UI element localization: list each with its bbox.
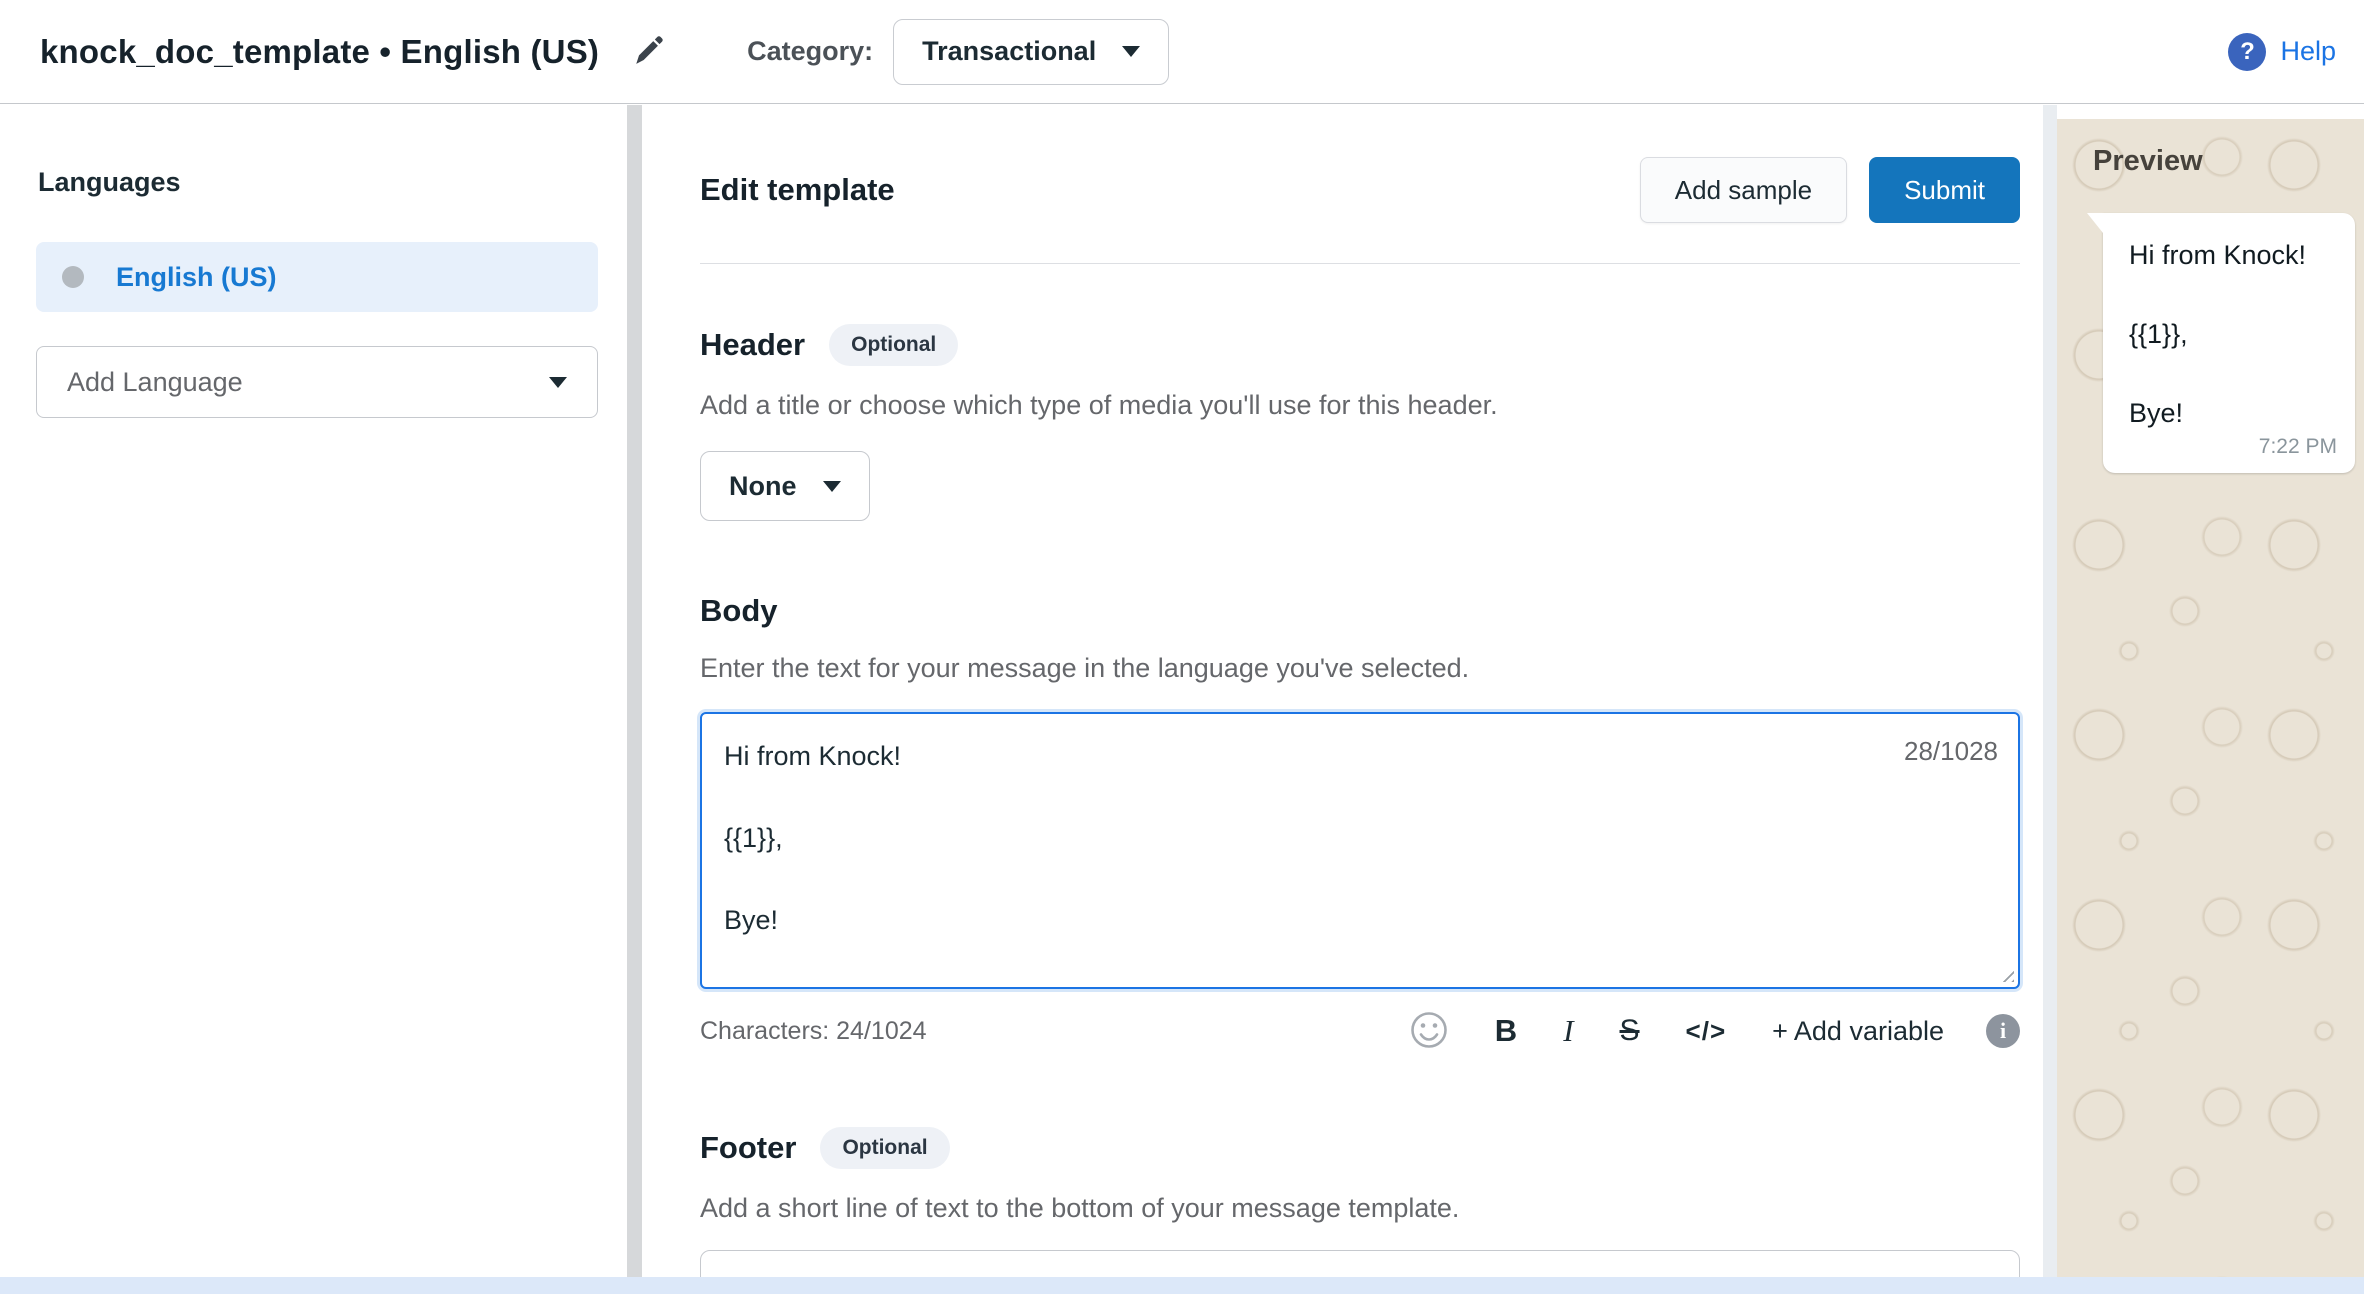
body-section-title-row: Body xyxy=(700,593,2020,629)
pencil-icon xyxy=(632,33,666,70)
help-label: Help xyxy=(2280,36,2336,67)
preview-line: Hi from Knock! xyxy=(2129,239,2335,271)
preview-line: {{1}}, xyxy=(2129,318,2335,350)
add-sample-button[interactable]: Add sample xyxy=(1640,157,1847,223)
optional-badge: Optional xyxy=(829,324,958,366)
body-character-counter: 28/1028 xyxy=(1904,736,1998,767)
bubble-tail-icon xyxy=(2087,213,2103,233)
info-icon[interactable]: i xyxy=(1986,1014,2020,1048)
bottom-banner-strip xyxy=(0,1277,2364,1294)
sidebar-item-english-us[interactable]: English (US) xyxy=(36,242,598,312)
caret-down-icon xyxy=(1122,46,1140,57)
category-value: Transactional xyxy=(922,36,1096,67)
section-divider xyxy=(700,263,2020,264)
header-section-title: Header xyxy=(700,327,805,363)
add-variable-button[interactable]: + Add variable xyxy=(1772,1016,1944,1047)
body-section-description: Enter the text for your message in the l… xyxy=(700,653,2020,684)
help-link[interactable]: ? Help xyxy=(2228,33,2336,71)
footer-section-title-row: Footer Optional xyxy=(700,1127,2020,1169)
languages-sidebar: Languages English (US) Add Language xyxy=(0,105,627,1277)
body-section-title: Body xyxy=(700,593,778,629)
caret-down-icon xyxy=(823,481,841,492)
strikethrough-button[interactable]: S xyxy=(1620,1014,1640,1048)
body-text-input[interactable] xyxy=(700,712,2020,989)
language-label: English (US) xyxy=(116,262,277,293)
emoji-button[interactable] xyxy=(1409,1010,1449,1053)
preview-message-bubble: Hi from Knock! {{1}}, Bye! 7:22 PM xyxy=(2103,213,2355,473)
header-media-type-dropdown[interactable]: None xyxy=(700,451,870,521)
category-group: Category: Transactional xyxy=(747,19,1169,85)
edit-template-panel: Edit template Add sample Submit Header O… xyxy=(642,105,2043,1277)
category-dropdown[interactable]: Transactional xyxy=(893,19,1169,85)
header-section-title-row: Header Optional xyxy=(700,324,2020,366)
optional-badge: Optional xyxy=(820,1127,949,1169)
sidebar-scrollbar[interactable] xyxy=(627,105,642,1277)
top-bar: knock_doc_template • English (US) Catego… xyxy=(0,0,2364,104)
italic-button[interactable]: I xyxy=(1563,1013,1573,1049)
template-editor-page: knock_doc_template • English (US) Catego… xyxy=(0,0,2364,1294)
preview-title: Preview xyxy=(2093,145,2203,178)
format-buttons-group: B I S </> + Add variable xyxy=(1409,1010,1944,1053)
add-language-dropdown[interactable]: Add Language xyxy=(36,346,598,418)
edit-name-button[interactable] xyxy=(627,30,671,74)
preview-panel: Preview Hi from Knock! {{1}}, Bye! 7:22 … xyxy=(2057,105,2364,1277)
category-label: Category: xyxy=(747,36,873,67)
header-media-type-value: None xyxy=(729,471,797,502)
footer-section-title: Footer xyxy=(700,1130,796,1166)
bold-button[interactable]: B xyxy=(1495,1013,1517,1049)
code-button[interactable]: </> xyxy=(1686,1016,1727,1047)
body-textarea-container: 28/1028 xyxy=(700,712,2020,989)
main-scrollbar[interactable] xyxy=(2043,105,2057,1277)
body-format-toolbar: Characters: 24/1024 B I S </> xyxy=(700,1009,2020,1053)
submit-button[interactable]: Submit xyxy=(1869,157,2020,223)
editor-title: Edit template xyxy=(700,172,895,208)
footer-section-description: Add a short line of text to the bottom o… xyxy=(700,1193,2020,1224)
editor-header-row: Edit template Add sample Submit xyxy=(700,157,2020,223)
caret-down-icon xyxy=(549,377,567,388)
smiley-icon xyxy=(1409,1010,1449,1053)
help-question-icon: ? xyxy=(2228,33,2266,71)
add-language-placeholder: Add Language xyxy=(67,367,243,398)
preview-timestamp: 7:22 PM xyxy=(2259,435,2337,459)
languages-heading: Languages xyxy=(38,167,627,198)
language-status-dot-icon xyxy=(62,266,84,288)
characters-count-label: Characters: 24/1024 xyxy=(700,1017,927,1046)
page-title: knock_doc_template • English (US) xyxy=(40,33,599,71)
header-section-description: Add a title or choose which type of medi… xyxy=(700,390,2020,421)
preview-line: Bye! xyxy=(2129,397,2335,429)
